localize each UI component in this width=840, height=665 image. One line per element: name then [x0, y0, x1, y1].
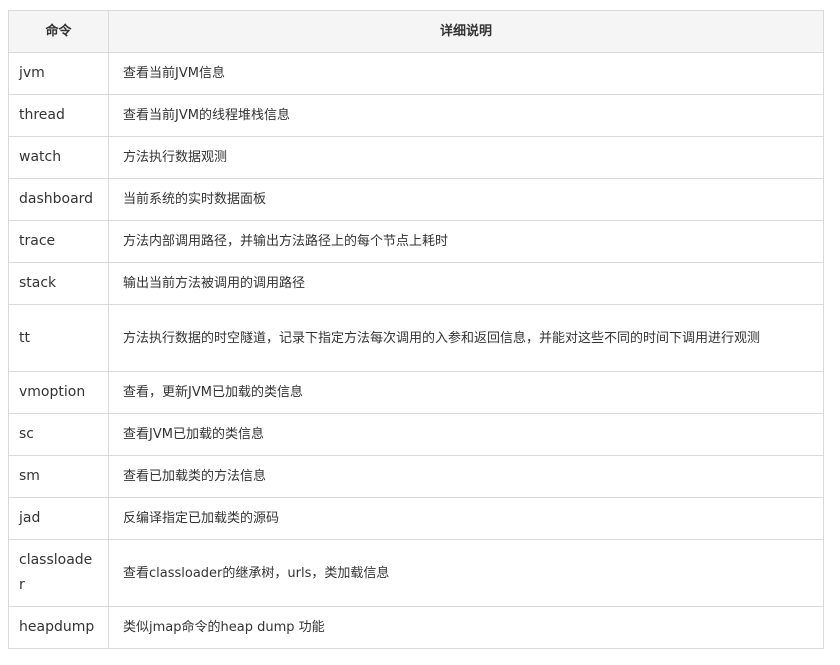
- table-row: vmoption 查看，更新JVM已加载的类信息: [8, 371, 824, 414]
- description-cell: 查看当前JVM的线程堆栈信息: [108, 94, 824, 137]
- description-cell: 方法执行数据的时空隧道，记录下指定方法每次调用的入参和返回信息，并能对这些不同的…: [108, 304, 824, 372]
- command-cell: classloader: [8, 539, 109, 607]
- command-cell: jvm: [8, 52, 109, 95]
- table-row: tt 方法执行数据的时空隧道，记录下指定方法每次调用的入参和返回信息，并能对这些…: [8, 304, 824, 372]
- description-cell: 输出当前方法被调用的调用路径: [108, 262, 824, 305]
- description-cell: 方法内部调用路径，并输出方法路径上的每个节点上耗时: [108, 220, 824, 263]
- description-cell: 反编译指定已加载类的源码: [108, 497, 824, 540]
- description-cell: 查看已加载类的方法信息: [108, 455, 824, 498]
- table-header-row: 命令 详细说明: [8, 10, 824, 53]
- table-row: watch 方法执行数据观测: [8, 136, 824, 179]
- table-row: dashboard 当前系统的实时数据面板: [8, 178, 824, 221]
- command-cell: tt: [8, 304, 109, 372]
- description-cell: 查看当前JVM信息: [108, 52, 824, 95]
- table-row: classloader 查看classloader的继承树，urls，类加载信息: [8, 539, 824, 607]
- column-header-command: 命令: [8, 10, 109, 53]
- table-row: thread 查看当前JVM的线程堆栈信息: [8, 94, 824, 137]
- description-cell: 类似jmap命令的heap dump 功能: [108, 606, 824, 649]
- command-cell: heapdump: [8, 606, 109, 649]
- command-cell: sc: [8, 413, 109, 456]
- command-cell: watch: [8, 136, 109, 179]
- command-table: 命令 详细说明 jvm 查看当前JVM信息 thread 查看当前JVM的线程堆…: [8, 10, 824, 649]
- command-cell: sm: [8, 455, 109, 498]
- table-row: jad 反编译指定已加载类的源码: [8, 497, 824, 540]
- table-row: trace 方法内部调用路径，并输出方法路径上的每个节点上耗时: [8, 220, 824, 263]
- command-cell: stack: [8, 262, 109, 305]
- command-cell: vmoption: [8, 371, 109, 414]
- description-cell: 查看classloader的继承树，urls，类加载信息: [108, 539, 824, 607]
- command-cell: thread: [8, 94, 109, 137]
- description-cell: 查看JVM已加载的类信息: [108, 413, 824, 456]
- description-cell: 查看，更新JVM已加载的类信息: [108, 371, 824, 414]
- table-row: sc 查看JVM已加载的类信息: [8, 413, 824, 456]
- description-cell: 当前系统的实时数据面板: [108, 178, 824, 221]
- table-row: heapdump 类似jmap命令的heap dump 功能: [8, 606, 824, 649]
- table-row: sm 查看已加载类的方法信息: [8, 455, 824, 498]
- table-row: stack 输出当前方法被调用的调用路径: [8, 262, 824, 305]
- command-cell: jad: [8, 497, 109, 540]
- command-cell: trace: [8, 220, 109, 263]
- table-row: jvm 查看当前JVM信息: [8, 52, 824, 95]
- column-header-description: 详细说明: [108, 10, 824, 53]
- description-cell: 方法执行数据观测: [108, 136, 824, 179]
- command-cell: dashboard: [8, 178, 109, 221]
